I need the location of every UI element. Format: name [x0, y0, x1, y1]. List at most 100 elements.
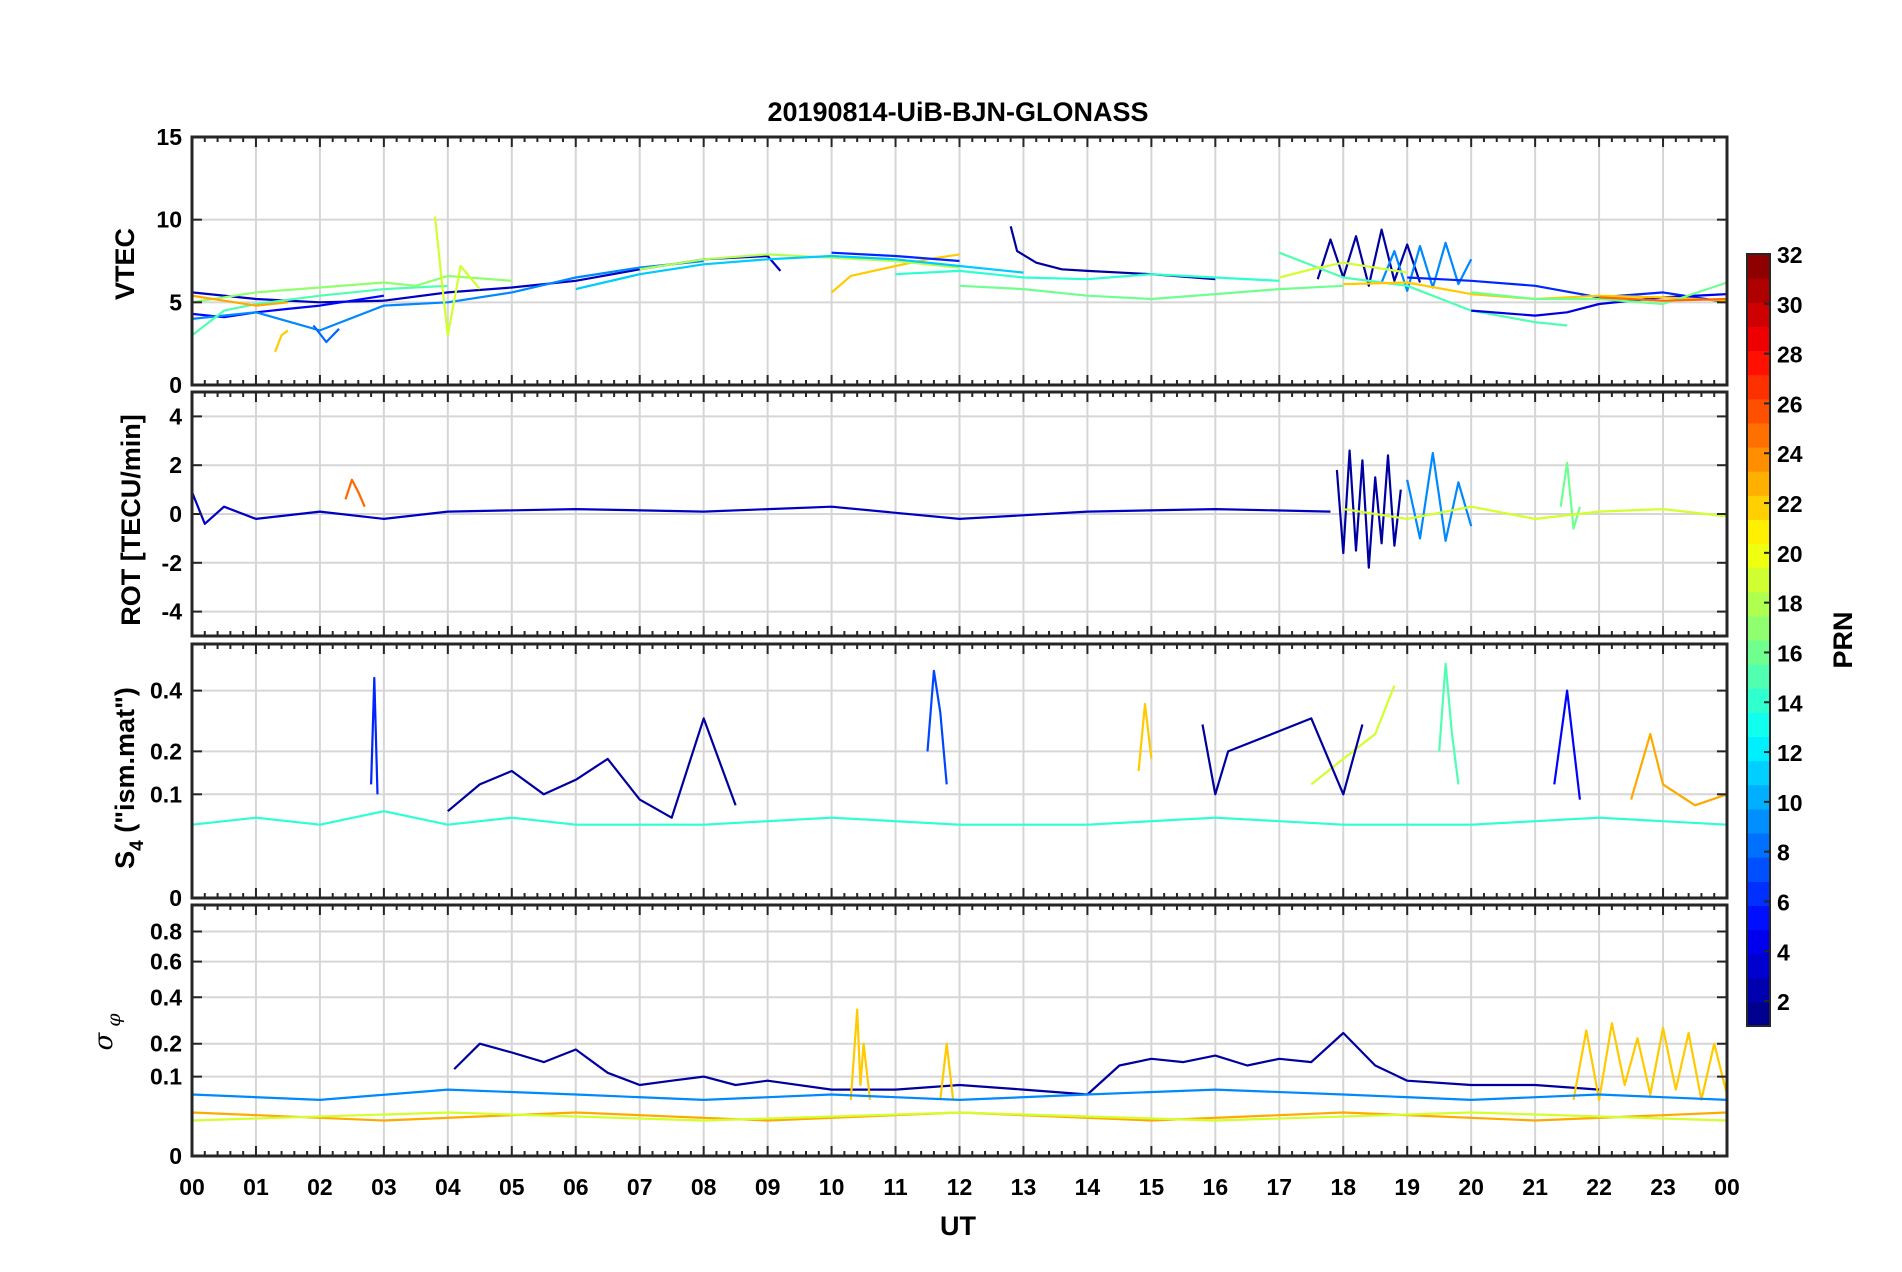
series-line-prn-5: [1553, 689, 1581, 800]
x-tick-label: 05: [499, 1174, 525, 1200]
colorbar-tick-label: 2: [1777, 989, 1790, 1015]
colorbar-swatch: [1747, 857, 1770, 882]
x-axis-label: UT: [940, 1211, 976, 1241]
x-tick-label: 00: [179, 1174, 205, 1200]
sigma-phi-ylabel: σ φ: [89, 1013, 125, 1051]
y-tick-label: 0.4: [150, 984, 182, 1010]
colorbar-swatch: [1747, 712, 1770, 738]
colorbar-tick-label: 26: [1777, 391, 1803, 417]
series-line-prn-16: [1559, 461, 1581, 530]
y-tick-label: 5: [169, 289, 182, 315]
colorbar-swatch: [1747, 422, 1770, 448]
colorbar-swatch: [1747, 326, 1770, 352]
x-tick-label: 08: [691, 1174, 717, 1200]
colorbar-tick-label: 10: [1777, 790, 1803, 816]
y-tick-label: -2: [162, 550, 182, 576]
colorbar-tick-label: 6: [1777, 889, 1790, 915]
x-tick-label: 00: [1714, 1174, 1740, 1200]
colorbar-swatch: [1747, 808, 1770, 834]
y-tick-label: 4: [169, 403, 182, 429]
series-line-prn-22: [939, 1042, 955, 1101]
x-tick-label: 13: [1011, 1174, 1037, 1200]
chart-title: 20190814-UiB-BJN-GLONASS: [767, 97, 1148, 127]
series-line-prn-2: [1009, 226, 1216, 281]
x-tick-label: 10: [819, 1174, 845, 1200]
series-line-prn-2: [447, 717, 737, 819]
colorbar: 2468101214161820222426283032: [1746, 242, 1803, 1027]
x-tick-label: 14: [1075, 1174, 1101, 1200]
colorbar-tick-label: 32: [1777, 242, 1803, 268]
y-tick-label: 15: [156, 124, 182, 150]
x-tick-label: 12: [947, 1174, 973, 1200]
y-tick-label: 0.2: [150, 738, 182, 764]
y-tick-label: 0.1: [150, 781, 182, 807]
colorbar-tick-label: 22: [1777, 491, 1803, 517]
colorbar-swatch: [1747, 567, 1770, 593]
x-tick-label: 02: [307, 1174, 333, 1200]
y-tick-label: 0: [169, 501, 182, 527]
series-line-prn-7: [926, 669, 948, 785]
colorbar-swatch: [1747, 519, 1770, 545]
colorbar-tick-label: 28: [1777, 342, 1803, 368]
colorbar-tick-label: 4: [1777, 939, 1790, 965]
y-tick-label: 0.1: [150, 1064, 182, 1090]
y-tick-label: 0: [169, 1143, 182, 1169]
tick-labels: 051015-4-202400.10.20.400.10.20.40.60.80…: [150, 124, 1740, 1200]
colorbar-swatch: [1747, 591, 1770, 617]
colorbar-swatch: [1747, 495, 1770, 520]
colorbar-swatch: [1747, 278, 1770, 303]
series-line-prn-2: [453, 1031, 1600, 1096]
x-tick-label: 22: [1586, 1174, 1612, 1200]
x-tick-label: 16: [1203, 1174, 1229, 1200]
colorbar-swatch: [1747, 374, 1770, 400]
series-line-prn-22: [849, 1008, 872, 1101]
x-tick-label: 23: [1650, 1174, 1676, 1200]
colorbar-tick-label: 24: [1777, 441, 1803, 467]
colorbar-tick-label: 12: [1777, 740, 1803, 766]
x-tick-label: 04: [435, 1174, 461, 1200]
colorbar-swatch: [1747, 1001, 1770, 1027]
y-tick-label: 0.2: [150, 1031, 182, 1057]
colorbar-swatch: [1747, 254, 1770, 279]
colorbar-swatch: [1747, 977, 1770, 1003]
colorbar-tick-label: 20: [1777, 541, 1803, 567]
series-line-prn-6: [370, 676, 379, 795]
x-tick-label: 09: [755, 1174, 781, 1200]
y-tick-label: 0.6: [150, 949, 182, 975]
colorbar-tick-label: 18: [1777, 591, 1803, 617]
y-tick-label: -4: [162, 599, 183, 625]
y-tick-label: 0.8: [150, 918, 182, 944]
colorbar-swatch: [1747, 543, 1770, 569]
colorbar-tick-label: 16: [1777, 640, 1803, 666]
series-line-prn-15: [1438, 662, 1460, 785]
colorbar-swatch: [1747, 736, 1770, 762]
x-tick-label: 11: [883, 1174, 908, 1200]
colorbar-label: PRN: [1828, 611, 1858, 668]
y-tick-label: 0: [169, 885, 182, 911]
colorbar-swatch: [1747, 760, 1770, 786]
x-tick-label: 18: [1330, 1174, 1356, 1200]
figure: 051015-4-202400.10.20.400.10.20.40.60.80…: [89, 97, 1858, 1241]
rot-ylabel: ROT [TECU/min]: [116, 414, 146, 625]
series-line-prn-22: [1572, 1022, 1727, 1102]
x-tick-label: 17: [1266, 1174, 1292, 1200]
colorbar-swatch: [1747, 447, 1770, 472]
x-tick-label: 03: [371, 1174, 397, 1200]
colorbar-swatch: [1747, 471, 1770, 496]
colorbar-swatch: [1747, 953, 1770, 979]
colorbar-tick-label: 14: [1777, 690, 1803, 716]
s4-ylabel: S4 ("ism.mat"): [110, 687, 148, 869]
colorbar-swatch: [1747, 905, 1770, 931]
colorbar-swatch: [1747, 688, 1770, 713]
x-tick-label: 19: [1394, 1174, 1420, 1200]
colorbar-swatch: [1747, 784, 1770, 810]
series-line-prn-2: [1316, 228, 1422, 287]
colorbar-swatch: [1747, 833, 1770, 858]
x-tick-label: 20: [1458, 1174, 1484, 1200]
x-tick-label: 06: [563, 1174, 589, 1200]
vtec-ylabel: VTEC: [110, 228, 140, 300]
series-line-prn-25: [344, 478, 366, 508]
x-tick-label: 21: [1522, 1174, 1548, 1200]
x-tick-label: 07: [627, 1174, 653, 1200]
colorbar-tick-label: 8: [1777, 840, 1790, 866]
